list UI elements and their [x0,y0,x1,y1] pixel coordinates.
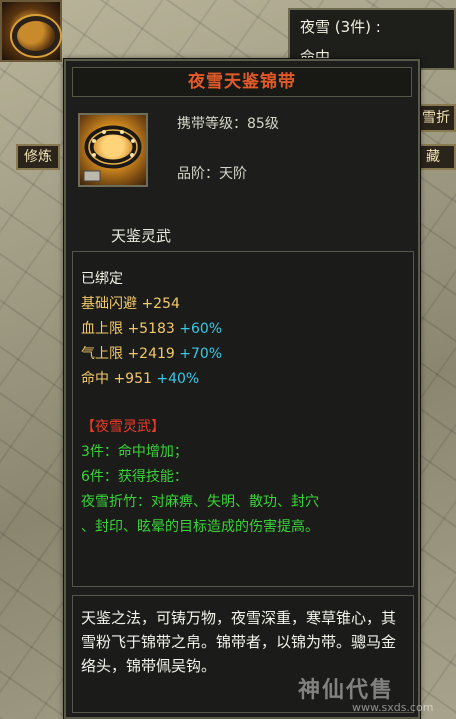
tooltip-title-bar: 夜雪天鉴锦带 [72,67,412,97]
stat-value: +5183 [127,321,175,337]
stat-name: 气上限 [81,346,123,362]
belt-item-icon [78,113,148,187]
item-tooltip: 夜雪天鉴锦带 携带等级：85级 品阶：天阶 天鉴灵武 已绑定 基础闪避 +254… [64,59,420,719]
tab-collection[interactable]: 藏 [418,144,456,170]
set-effect-line: 夜雪折竹：对麻痹、失明、散功、封穴 [81,494,319,510]
stat-row: 命中 +951 +40% [81,368,199,388]
stats-box: 已绑定 基础闪避 +254 血上限 +5183 +60% 气上限 +2419 +… [72,251,414,587]
stat-bonus: +60% [179,321,223,337]
set-skill-button[interactable]: 雪折 [418,104,456,132]
set-name-label: 天鉴灵武 [111,227,172,245]
stat-value: +254 [141,296,180,312]
watermark-logo: 神仙代售 [298,678,395,703]
item-title: 夜雪天鉴锦带 [188,72,296,92]
set-effect-line: 3件：命中增加； [81,444,188,460]
tab-cultivate[interactable]: 修炼 [16,144,60,170]
item-description: 天鉴之法，可铸万物，夜雪深重，寒草锥心，其雪粉飞于锦带之帛。锦带者，以锦为带。骢… [81,609,397,675]
stat-name: 基础闪避 [81,296,137,312]
set-panel-title: 夜雪 (3件) : [300,18,381,36]
stat-name: 命中 [81,371,109,387]
set-bonus-header: 【夜雪灵武】 [81,419,165,435]
set-effect-line: 、封印、眩晕的目标造成的伤害提高。 [81,519,319,535]
stat-row: 血上限 +5183 +60% [81,318,222,338]
stat-value: +2419 [127,346,175,362]
stat-row: 气上限 +2419 +70% [81,343,222,363]
watermark-url: www.sxds.com [352,701,434,714]
stat-bonus: +70% [179,346,223,362]
stat-name: 血上限 [81,321,123,337]
grade-label: 品阶：天阶 [177,166,247,182]
stat-row: 基础闪避 +254 [81,293,180,313]
set-effect-line: 6件：获得技能： [81,469,188,485]
stat-bonus: +40% [156,371,200,387]
stat-value: +951 [113,371,152,387]
equipped-belt-slot-icon[interactable] [0,0,62,62]
carry-level-label: 携带等级：85级 [177,116,279,132]
bound-status: 已绑定 [81,271,123,287]
